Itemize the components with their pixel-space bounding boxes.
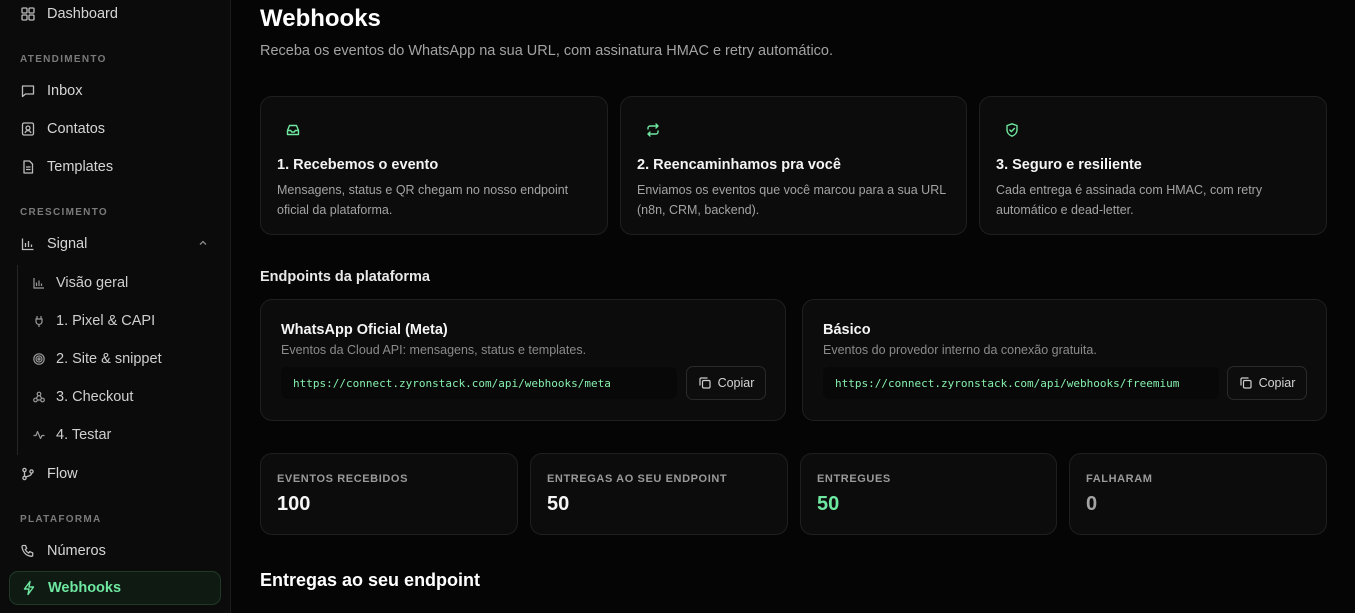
file-text-icon [20,159,36,175]
sidebar-item-contatos[interactable]: Contatos [9,112,221,146]
sidebar-item-templates[interactable]: Templates [9,150,221,184]
endpoint-description: Eventos do provedor interno da conexão g… [823,343,1097,357]
feature-title: 3. Seguro e resiliente [996,157,1142,173]
sidebar-subitem-pixel-capi[interactable]: 1. Pixel & CAPI [26,305,221,337]
stat-value: 100 [277,493,311,515]
submenu-guide-line [17,265,18,455]
repeat-icon [645,122,661,138]
endpoint-card-meta: WhatsApp Oficial (Meta) Eventos da Cloud… [260,299,786,421]
sidebar-subitem-label: Visão geral [56,275,129,291]
sidebar-item-label: Contatos [47,121,106,137]
bar-chart-icon [32,276,46,290]
sidebar-item-label: Flow [47,466,78,482]
shield-check-icon [1004,122,1020,138]
copy-icon [698,377,711,389]
feature-card: 2. Reencaminhamos pra você Enviamos os e… [620,96,967,235]
section-label-atendimento: ATENDIMENTO [20,54,107,65]
git-branch-icon [20,466,36,482]
target-icon [32,352,46,366]
feature-description: Cada entrega é assinada com HMAC, com re… [996,183,1263,217]
endpoint-card-basico: Básico Eventos do provedor interno da co… [802,299,1327,421]
sidebar-item-label: Templates [47,159,114,175]
section-title-endpoints: Endpoints da plataforma [260,269,430,285]
stat-label: EVENTOS RECEBIDOS [277,473,409,485]
endpoint-url[interactable]: https://connect.zyronstack.com/api/webho… [823,367,1219,399]
contact-card-icon [20,121,36,137]
stat-label: FALHARAM [1086,473,1153,485]
sidebar-item-flow[interactable]: Flow [9,457,221,491]
dashboard-grid-icon [20,6,36,22]
sidebar-item-webhooks[interactable]: Webhooks [9,571,221,605]
stat-card: ENTREGUES 50 [800,453,1057,535]
sidebar-item-label: Webhooks [48,580,122,596]
sidebar-subitem-testar[interactable]: 4. Testar [26,419,221,451]
copy-button-label: Copiar [1258,376,1296,390]
section-label-plataforma: PLATAFORMA [20,514,102,525]
copy-button-label: Copiar [717,376,755,390]
sidebar-subitem-site-snippet[interactable]: 2. Site & snippet [26,343,221,375]
sidebar-subitem-checkout[interactable]: 3. Checkout [26,381,221,413]
sidebar-item-inbox[interactable]: Inbox [9,74,221,108]
endpoint-description: Eventos da Cloud API: mensagens, status … [281,343,587,357]
sidebar-subitem-label: 4. Testar [56,427,112,443]
sidebar-item-dashboard[interactable]: Dashboard [9,0,221,31]
stat-value: 0 [1086,493,1098,515]
stat-card: EVENTOS RECEBIDOS 100 [260,453,518,535]
feature-card: 3. Seguro e resiliente Cada entrega é as… [979,96,1327,235]
activity-icon [32,428,46,442]
sidebar-item-label: Números [47,543,106,559]
feature-description: Mensagens, status e QR chegam no nosso e… [277,183,569,217]
stat-card: ENTREGAS AO SEU ENDPOINT 50 [530,453,788,535]
sidebar: Dashboard ATENDIMENTO Inbox Contatos Tem… [0,0,231,613]
feature-title: 1. Recebemos o evento [277,157,439,173]
inbox-icon [285,122,301,138]
sidebar-item-label: Signal [47,236,88,252]
copy-button[interactable]: Copiar [686,366,766,400]
stat-value: 50 [547,493,570,515]
sidebar-subitem-visao-geral[interactable]: Visão geral [26,267,221,299]
page-subtitle: Receba os eventos do WhatsApp na sua URL… [260,43,834,59]
copy-button[interactable]: Copiar [1227,366,1307,400]
bar-chart-icon [20,236,36,252]
stat-label: ENTREGUES [817,473,891,485]
sidebar-subitem-label: 3. Checkout [56,389,134,405]
feature-description: Enviamos os eventos que você marcou para… [637,183,946,217]
feature-card: 1. Recebemos o evento Mensagens, status … [260,96,608,235]
phone-icon [20,543,36,559]
sidebar-item-label: Inbox [47,83,83,99]
sidebar-item-signal[interactable]: Signal [9,227,221,261]
stat-card: FALHARAM 0 [1069,453,1327,535]
chevron-up-icon[interactable] [197,237,209,249]
feature-title: 2. Reencaminhamos pra você [637,157,841,173]
webhook-icon [32,390,46,404]
stat-label: ENTREGAS AO SEU ENDPOINT [547,473,728,485]
section-title-deliveries: Entregas ao seu endpoint [260,570,481,590]
zap-icon [21,580,37,596]
sidebar-item-label: Dashboard [47,6,118,22]
section-label-crescimento: CRESCIMENTO [20,207,109,218]
endpoint-title: Básico [823,322,871,338]
sidebar-subitem-label: 2. Site & snippet [56,351,162,367]
sidebar-subitem-label: 1. Pixel & CAPI [56,313,156,329]
endpoint-title: WhatsApp Oficial (Meta) [281,322,448,338]
copy-icon [1239,377,1252,389]
plug-icon [32,314,46,328]
page-title: Webhooks [260,5,381,32]
stat-value: 50 [817,493,840,515]
message-square-icon [20,83,36,99]
endpoint-url[interactable]: https://connect.zyronstack.com/api/webho… [281,367,677,399]
sidebar-item-numeros[interactable]: Números [9,534,221,568]
